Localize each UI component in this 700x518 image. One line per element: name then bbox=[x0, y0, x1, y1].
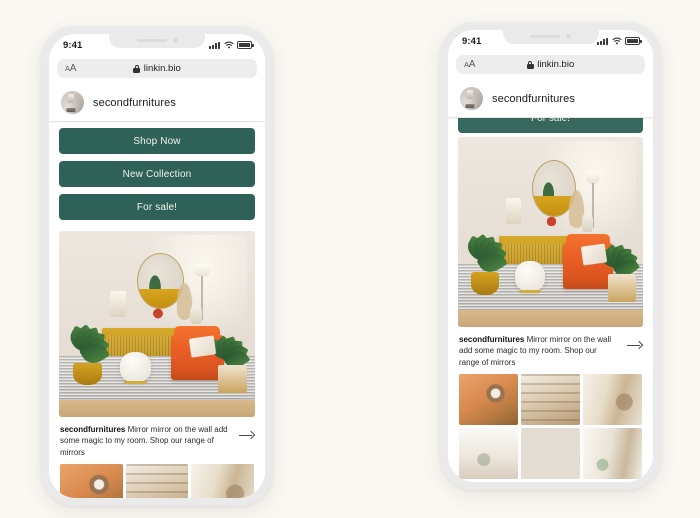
browser-chrome: AA linkin.bio bbox=[49, 56, 265, 85]
phone-screen: 9:41 AA bbox=[448, 30, 653, 482]
address-bar[interactable]: AA linkin.bio bbox=[57, 59, 257, 78]
thumb-shelf-plants[interactable] bbox=[459, 427, 518, 479]
thumb-basket-wood[interactable] bbox=[459, 374, 518, 425]
link-button-for-sale-label: For sale! bbox=[531, 118, 570, 124]
url-text: linkin.bio bbox=[537, 59, 575, 70]
caption-text: secondfurnitures Mirror mirror on the wa… bbox=[459, 334, 619, 368]
front-camera-icon bbox=[172, 38, 178, 43]
text-size-icon[interactable]: AA bbox=[464, 59, 475, 70]
hero-image-container bbox=[448, 133, 653, 327]
earpiece-speaker-icon bbox=[136, 39, 167, 42]
url-display: linkin.bio bbox=[456, 59, 645, 70]
signal-bars-icon bbox=[209, 41, 220, 49]
profile-username: secondfurnitures bbox=[93, 96, 176, 109]
url-text: linkin.bio bbox=[143, 63, 181, 74]
status-time: 9:41 bbox=[63, 39, 83, 51]
text-size-icon[interactable]: AA bbox=[65, 63, 76, 74]
thumbnail-grid bbox=[448, 374, 653, 479]
thumb-shelf-display[interactable] bbox=[125, 464, 189, 498]
caption-text: secondfurnitures Mirror mirror on the wa… bbox=[60, 424, 231, 458]
living-room-interior-photo[interactable] bbox=[59, 231, 255, 417]
post-caption: secondfurnitures Mirror mirror on the wa… bbox=[49, 417, 265, 464]
browser-chrome: AA linkin.bio bbox=[448, 52, 653, 81]
living-room-interior-photo[interactable] bbox=[458, 137, 643, 327]
thumb-shelf-display[interactable] bbox=[521, 374, 580, 425]
link-button-shop-now[interactable]: Shop Now bbox=[59, 128, 255, 154]
feed-scroll-area[interactable]: Shop Now New Collection For sale! second… bbox=[49, 122, 265, 498]
hero-image-container bbox=[49, 227, 265, 417]
profile-username: secondfurnitures bbox=[492, 92, 575, 105]
thumb-window-chair[interactable] bbox=[583, 427, 642, 479]
link-button-for-sale-clipped[interactable]: For sale! bbox=[458, 118, 643, 133]
status-time: 9:41 bbox=[462, 35, 482, 47]
phone-left-top-state: 9:41 AA linkin.bio secondfurnitures Shop… bbox=[41, 26, 273, 506]
arrow-right-icon[interactable] bbox=[627, 338, 643, 353]
link-button-for-sale[interactable]: For sale! bbox=[59, 194, 255, 220]
wifi-icon bbox=[611, 37, 622, 45]
signal-bars-icon bbox=[597, 37, 608, 45]
thumb-bicycle-window[interactable] bbox=[583, 374, 642, 425]
thumb-bicycle-window[interactable] bbox=[191, 464, 254, 498]
url-display: linkin.bio bbox=[57, 63, 257, 74]
caption-author: secondfurnitures bbox=[60, 425, 126, 434]
phone-right-scrolled-state: 9:41 AA linkin.bio secondfurnitures For … bbox=[440, 22, 661, 490]
phone-screen: 9:41 AA bbox=[49, 34, 265, 498]
earpiece-speaker-icon bbox=[530, 35, 560, 38]
wifi-icon bbox=[223, 41, 234, 49]
thumb-living-room-art[interactable] bbox=[521, 427, 580, 479]
link-button-list: Shop Now New Collection For sale! bbox=[49, 122, 265, 220]
phone-notch bbox=[502, 30, 599, 44]
address-bar[interactable]: AA linkin.bio bbox=[456, 55, 645, 74]
profile-header: secondfurnitures bbox=[448, 81, 653, 118]
screenshot-stage: 9:41 AA linkin.bio secondfurnitures Shop… bbox=[0, 0, 700, 518]
battery-icon bbox=[625, 37, 642, 45]
lock-icon bbox=[133, 64, 141, 73]
link-button-new-collection[interactable]: New Collection bbox=[59, 161, 255, 187]
status-icons bbox=[597, 37, 642, 45]
caption-author: secondfurnitures bbox=[459, 335, 525, 344]
thumbnail-grid bbox=[49, 464, 265, 498]
post-caption: secondfurnitures Mirror mirror on the wa… bbox=[448, 327, 653, 374]
avatar[interactable] bbox=[460, 87, 483, 110]
lock-icon bbox=[526, 60, 534, 69]
profile-header: secondfurnitures bbox=[49, 85, 265, 122]
phone-notch bbox=[109, 34, 205, 48]
thumb-basket-wood[interactable] bbox=[60, 464, 123, 498]
arrow-right-icon[interactable] bbox=[239, 428, 255, 443]
avatar[interactable] bbox=[61, 91, 84, 114]
front-camera-icon bbox=[566, 34, 571, 39]
status-icons bbox=[209, 41, 254, 49]
battery-icon bbox=[237, 41, 254, 49]
feed-scroll-area[interactable]: For sale! secondfurnitures Mirror mirror… bbox=[448, 118, 653, 482]
